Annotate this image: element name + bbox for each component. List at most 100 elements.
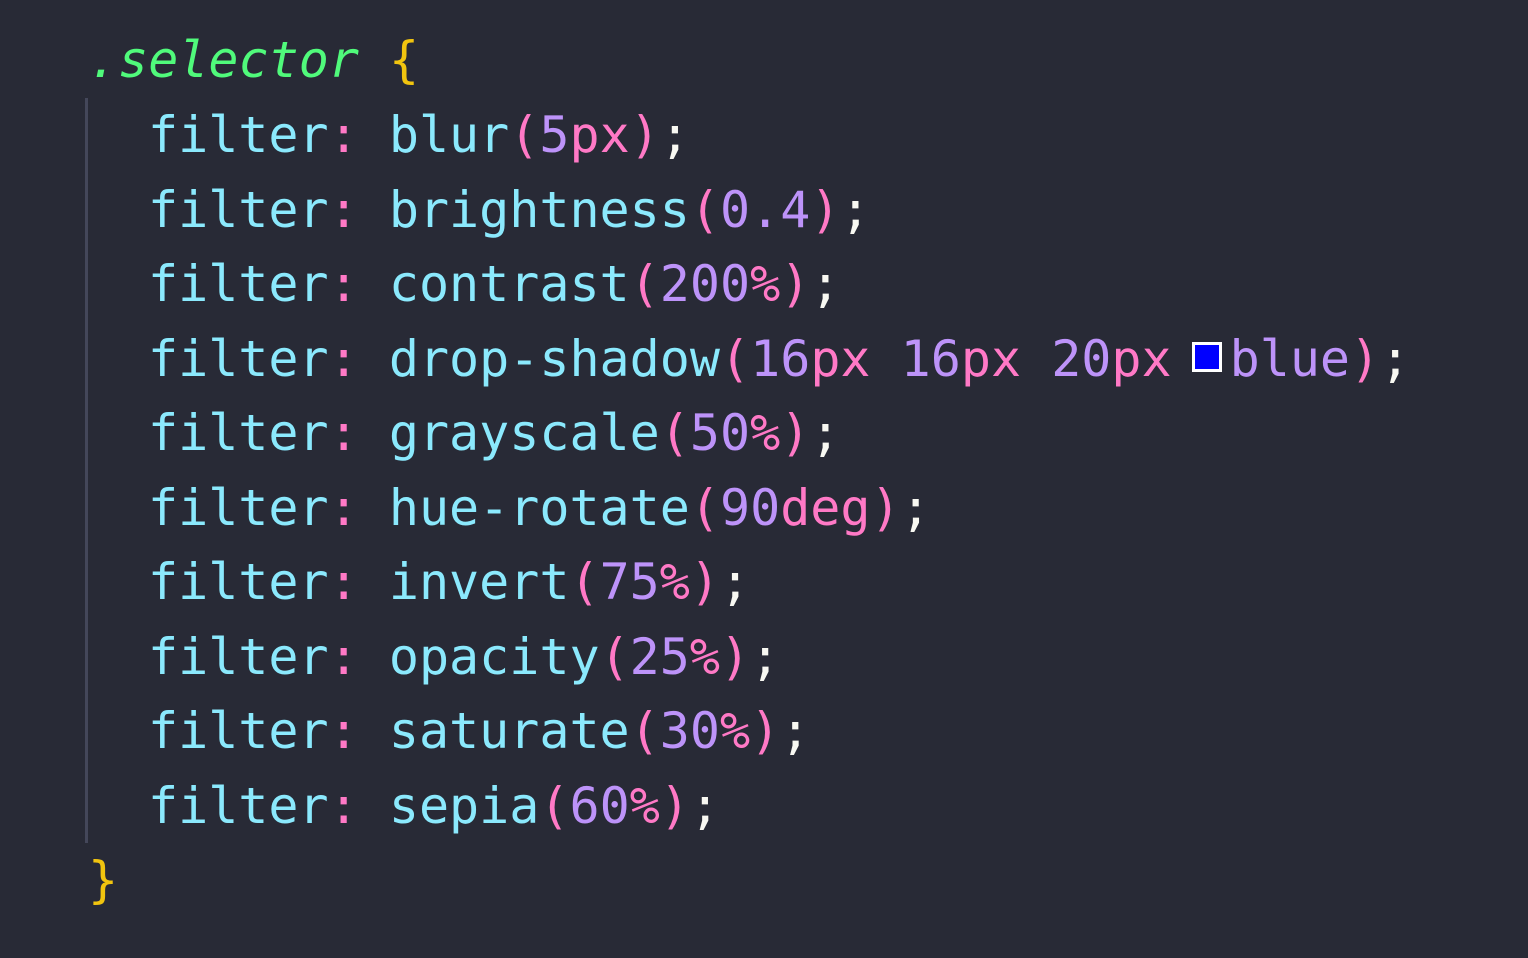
selector-name: .selector bbox=[88, 31, 359, 89]
semicolon: ; bbox=[750, 627, 781, 686]
colon: : bbox=[328, 404, 359, 462]
code-editor[interactable]: .selector { filter: blur(5px); filter: b… bbox=[0, 0, 1528, 958]
value-number: 16 bbox=[900, 329, 961, 388]
function-name: opacity bbox=[388, 627, 600, 686]
colon: : bbox=[328, 255, 359, 313]
property-name: filter bbox=[148, 255, 329, 313]
open-paren: ( bbox=[629, 255, 660, 313]
function-name: sepia bbox=[388, 776, 540, 835]
semicolon: ; bbox=[659, 106, 690, 164]
value-number: 60 bbox=[569, 776, 630, 835]
property-name: filter bbox=[148, 180, 329, 239]
close-paren: ) bbox=[629, 106, 660, 164]
property-name: filter bbox=[148, 627, 329, 686]
open-paren: ( bbox=[569, 553, 600, 611]
close-paren: ) bbox=[750, 702, 781, 760]
close-paren: ) bbox=[810, 180, 841, 239]
colon: : bbox=[328, 776, 359, 835]
code-line: filter: sepia(60%); bbox=[148, 769, 720, 844]
function-name: blur bbox=[388, 106, 510, 164]
open-paren: ( bbox=[689, 180, 720, 239]
semicolon: ; bbox=[900, 478, 931, 537]
value-unit: % bbox=[750, 404, 781, 462]
semicolon: ; bbox=[689, 776, 721, 835]
colon: : bbox=[328, 553, 359, 611]
value-number: 20 bbox=[1051, 329, 1112, 388]
value-unit: % bbox=[750, 255, 781, 313]
value-number: 30 bbox=[659, 702, 720, 760]
code-line: filter: grayscale(50%); bbox=[148, 396, 840, 471]
value-unit: % bbox=[659, 553, 690, 611]
value-number: 0.4 bbox=[719, 180, 811, 239]
indent-guide bbox=[85, 98, 88, 843]
function-name: contrast bbox=[388, 255, 630, 313]
value-unit: deg bbox=[780, 478, 871, 537]
code-line: filter: invert(75%); bbox=[148, 545, 750, 620]
close-paren: ) bbox=[659, 776, 690, 835]
value-unit: % bbox=[689, 627, 720, 686]
property-name: filter bbox=[148, 702, 329, 760]
semicolon: ; bbox=[780, 702, 811, 760]
code-line: filter: saturate(30%); bbox=[148, 694, 810, 769]
open-paren: ( bbox=[689, 478, 720, 537]
code-line: filter: brightness(0.4); bbox=[148, 173, 871, 248]
semicolon: ; bbox=[720, 553, 751, 611]
value-number: 75 bbox=[599, 553, 660, 611]
close-paren: ) bbox=[720, 627, 751, 686]
open-paren: ( bbox=[719, 329, 751, 388]
color-swatch[interactable] bbox=[1191, 341, 1222, 372]
colon: : bbox=[328, 106, 359, 164]
open-brace: { bbox=[389, 31, 420, 89]
value-number: 25 bbox=[629, 627, 690, 686]
value-unit: px bbox=[810, 329, 871, 388]
open-paren: ( bbox=[509, 106, 540, 164]
open-paren: ( bbox=[599, 627, 630, 686]
function-name: brightness bbox=[388, 180, 690, 239]
open-paren: ( bbox=[539, 776, 570, 835]
color-keyword: blue bbox=[1229, 329, 1351, 388]
value-number: 200 bbox=[659, 255, 751, 313]
close-brace-line: } bbox=[88, 843, 118, 918]
function-name: hue-rotate bbox=[388, 478, 690, 537]
value-unit: % bbox=[720, 702, 751, 760]
property-name: filter bbox=[148, 553, 329, 611]
code-line: filter: contrast(200%); bbox=[148, 247, 840, 322]
close-paren: ) bbox=[689, 553, 721, 611]
value-unit: px bbox=[569, 106, 630, 164]
semicolon: ; bbox=[1380, 329, 1411, 388]
value-number: 90 bbox=[719, 478, 781, 537]
property-name: filter bbox=[148, 776, 329, 835]
close-paren: ) bbox=[780, 255, 811, 313]
colon: : bbox=[328, 478, 359, 537]
colon: : bbox=[328, 627, 359, 686]
value-unit: px bbox=[1111, 329, 1172, 388]
property-name: filter bbox=[148, 329, 329, 388]
close-brace: } bbox=[88, 851, 119, 909]
semicolon: ; bbox=[810, 404, 841, 462]
value-unit: % bbox=[629, 776, 660, 835]
close-paren: ) bbox=[870, 478, 901, 537]
function-name: saturate bbox=[388, 702, 630, 760]
property-name: filter bbox=[148, 404, 329, 462]
selector-line: .selector { bbox=[88, 23, 419, 98]
value-number: 50 bbox=[689, 404, 751, 462]
code-line: filter: blur(5px); bbox=[148, 98, 690, 173]
colon: : bbox=[328, 329, 359, 388]
colon: : bbox=[328, 180, 359, 239]
property-name: filter bbox=[148, 106, 329, 164]
value-number: 5 bbox=[539, 106, 570, 164]
close-paren: ) bbox=[1350, 329, 1381, 388]
value-number: 16 bbox=[750, 329, 811, 388]
close-paren: ) bbox=[780, 404, 811, 462]
function-name: drop-shadow bbox=[388, 329, 720, 388]
open-paren: ( bbox=[659, 404, 690, 462]
semicolon: ; bbox=[810, 255, 841, 313]
property-name: filter bbox=[148, 478, 329, 537]
function-name: invert bbox=[388, 553, 570, 611]
code-line: filter: drop-shadow(16px 16px 20px blue); bbox=[148, 322, 1410, 397]
colon: : bbox=[328, 702, 359, 760]
code-line: filter: hue-rotate(90deg); bbox=[148, 471, 931, 546]
function-name: grayscale bbox=[388, 404, 660, 462]
open-paren: ( bbox=[629, 702, 660, 760]
semicolon: ; bbox=[840, 180, 871, 239]
